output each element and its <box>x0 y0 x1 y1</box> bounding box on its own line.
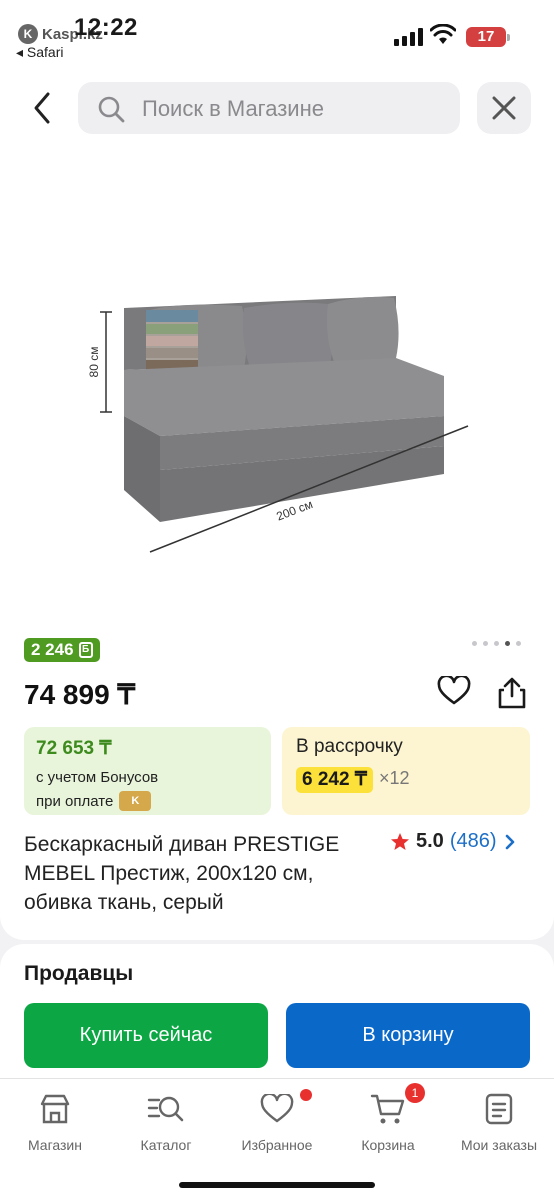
bonus-price-card[interactable]: 72 653 ₸ с учетом Бонусов при оплате K <box>24 727 271 815</box>
cart-count-badge: 1 <box>405 1083 425 1103</box>
product-page-top: K Kaspi.kz 12:22 ◂ Safari 17 Поиск в Маг… <box>0 0 554 940</box>
wifi-icon <box>430 24 456 44</box>
bonus-icon: Б <box>78 642 93 658</box>
home-indicator <box>179 1182 375 1188</box>
bonus-price-amount: 72 653 ₸ <box>36 738 112 759</box>
sellers-heading: Продавцы <box>24 962 134 985</box>
tab-catalog[interactable]: Каталог <box>111 1091 221 1153</box>
cart-icon <box>370 1094 405 1124</box>
tab-shop-label: Магазин <box>27 1137 82 1153</box>
favorite-heart-icon[interactable] <box>437 676 471 706</box>
add-to-cart-button[interactable]: В корзину <box>286 1003 530 1068</box>
product-title: Бескаркасный диван PRESTIGE MEBEL Прести… <box>24 833 340 914</box>
share-icon[interactable] <box>496 676 528 710</box>
search-icon <box>98 96 125 123</box>
bonus-price-line2-row: при оплате K <box>36 791 152 811</box>
tab-favorites-label: Избранное <box>241 1137 313 1153</box>
gallery-dot[interactable] <box>472 641 477 646</box>
installment-card[interactable]: В рассрочку 6 242 ₸ ×12 <box>282 727 530 815</box>
rating-score: 5.0 <box>416 830 444 852</box>
star-icon <box>391 832 409 850</box>
shop-icon <box>40 1094 70 1124</box>
gallery-dot[interactable] <box>516 641 521 646</box>
orders-icon <box>485 1093 513 1125</box>
tab-orders[interactable]: Мои заказы <box>444 1091 554 1153</box>
bonus-badge: 2 246 Б <box>24 638 100 662</box>
bonus-amount: 2 246 <box>31 640 74 659</box>
installment-monthly: 6 242 ₸ <box>296 767 373 793</box>
tab-shop[interactable]: Магазин <box>0 1091 110 1153</box>
search-input[interactable]: Поиск в Магазине <box>78 82 460 134</box>
gallery-pagination[interactable] <box>472 641 521 646</box>
product-price: 74 899 ₸ <box>24 679 136 710</box>
rating-link[interactable]: 5.0 (486) <box>390 830 517 853</box>
review-count[interactable]: (486) <box>450 830 497 853</box>
tab-cart[interactable]: 1 Корзина <box>333 1083 443 1153</box>
tab-orders-label: Мои заказы <box>460 1137 538 1153</box>
buy-now-button[interactable]: Купить сейчас <box>24 1003 268 1068</box>
gallery-dot-active[interactable] <box>505 641 510 646</box>
installment-months: ×12 <box>379 768 410 788</box>
search-placeholder: Поиск в Магазине <box>142 96 324 121</box>
status-bar: K Kaspi.kz 12:22 ◂ Safari 17 <box>0 0 554 64</box>
battery-indicator: 17 <box>466 27 510 47</box>
tab-cart-label: Корзина <box>361 1137 415 1153</box>
kaspi-logo-icon: K <box>18 24 38 44</box>
bonus-price-line2: при оплате <box>36 792 114 810</box>
status-time: 12:22 <box>74 14 138 41</box>
bonus-price-line1: с учетом Бонусов <box>36 769 159 786</box>
catalog-search-icon <box>147 1096 184 1122</box>
chevron-right-icon <box>505 834 514 849</box>
safari-back-link[interactable]: ◂ Safari <box>16 44 64 61</box>
installment-title: В рассрочку <box>296 736 403 757</box>
gallery-dot[interactable] <box>494 641 499 646</box>
kaspi-pay-icon: K <box>119 791 152 811</box>
heart-icon <box>260 1094 294 1123</box>
close-search-button[interactable] <box>477 82 531 134</box>
back-arrow-icon[interactable] <box>26 88 62 128</box>
dimension-height-label: 80 см <box>87 347 101 378</box>
tab-catalog-label: Каталог <box>140 1137 192 1153</box>
signal-icon <box>394 28 423 46</box>
close-icon <box>492 96 516 120</box>
gallery-dot[interactable] <box>483 641 488 646</box>
tab-favorites[interactable]: Избранное <box>222 1089 332 1153</box>
favorites-dot <box>300 1089 312 1101</box>
product-photo[interactable]: 80 см 200 см <box>60 240 500 580</box>
